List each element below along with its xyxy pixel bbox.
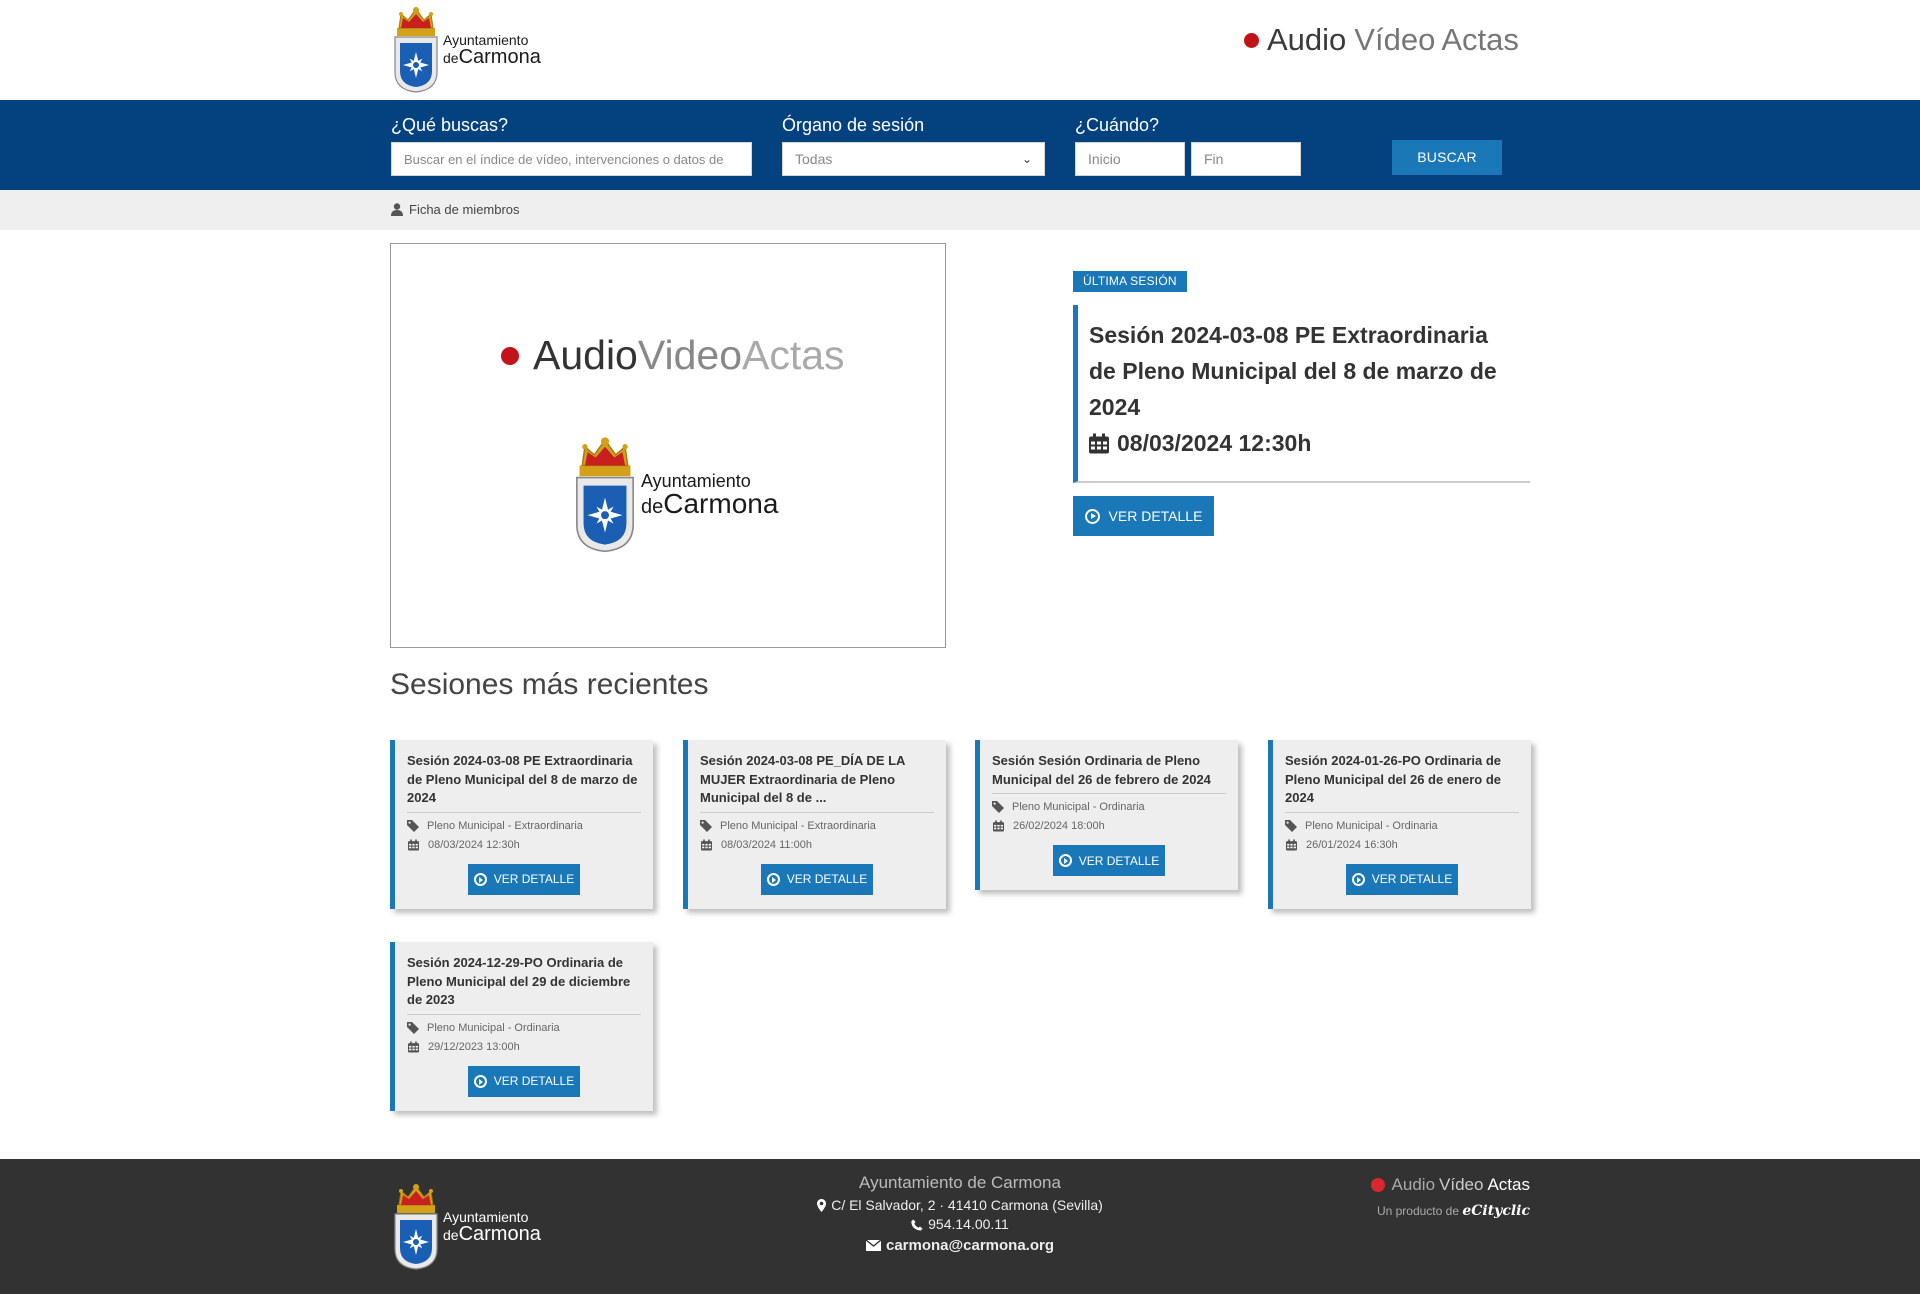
site-header: Ayuntamiento deCarmona Audio Vídeo Actas (0, 0, 1920, 100)
search-button[interactable]: BUSCAR (1392, 140, 1502, 175)
session-card: Sesión 2024-03-08 PE Extraordinaria de P… (390, 740, 653, 909)
session-card-title[interactable]: Sesión Sesión Ordinaria de Pleno Municip… (992, 752, 1226, 794)
start-date-input[interactable]: Inicio (1075, 142, 1185, 176)
tag-icon (700, 820, 712, 832)
session-card-date: 29/12/2023 13:00h (407, 1040, 641, 1054)
sub-nav: Ficha de miembros (0, 190, 1920, 230)
view-detail-button[interactable]: VER DETALLE (1346, 863, 1458, 895)
play-circle-icon (473, 872, 487, 886)
organ-select[interactable]: Todas ⌄ (782, 142, 1045, 176)
play-circle-icon (1351, 872, 1365, 886)
search-what-label: ¿Qué buscas? (391, 115, 509, 135)
footer-contact: Ayuntamiento de Carmona C/ El Salvador, … (760, 1173, 1160, 1255)
footer-brand: Audio Vídeo Actas Un producto de eCitycl… (1370, 1175, 1530, 1219)
play-circle-icon (1084, 508, 1100, 524)
session-card: Sesión Sesión Ordinaria de Pleno Municip… (975, 740, 1238, 890)
video-player[interactable]: Audio Video Actas Ayuntamiento deCarmona (390, 243, 946, 648)
session-card-date: 08/03/2024 11:00h (700, 838, 934, 852)
map-marker-icon (817, 1199, 827, 1212)
latest-view-detail-button[interactable]: VER DETALLE (1073, 496, 1214, 536)
calendar-icon (993, 820, 1004, 832)
calendar-icon (701, 839, 712, 851)
view-detail-button[interactable]: VER DETALLE (468, 1065, 580, 1097)
latest-session-badge: ÚLTIMA SESIÓN (1073, 271, 1187, 292)
tag-icon (1285, 820, 1297, 832)
footer-address: C/ El Salvador, 2 · 41410 Carmona (Sevil… (760, 1196, 1160, 1215)
footer-org-name: Ayuntamiento de Carmona (859, 1173, 1061, 1192)
recent-sessions-heading: Sesiones más recientes (390, 668, 709, 701)
session-card-category: Pleno Municipal - Extraordinaria (407, 819, 641, 833)
session-card-title[interactable]: Sesión 2024-01-26-PO Ordinaria de Pleno … (1285, 752, 1519, 813)
coat-of-arms-icon (571, 436, 639, 554)
session-card-date: 08/03/2024 12:30h (407, 838, 641, 852)
latest-session-title: Sesión 2024-03-08 PE Extraordinaria de P… (1089, 322, 1497, 420)
session-card-title[interactable]: Sesión 2024-12-29-PO Ordinaria de Pleno … (407, 954, 641, 1015)
end-date-input[interactable]: Fin (1191, 142, 1301, 176)
calendar-icon (408, 839, 419, 851)
view-detail-button[interactable]: VER DETALLE (1053, 845, 1165, 876)
session-card-title[interactable]: Sesión 2024-03-08 PE Extraordinaria de P… (407, 752, 641, 813)
player-logo: Ayuntamiento deCarmona (571, 436, 778, 554)
footer-product[interactable]: Un producto de eCityclic (1371, 1203, 1530, 1219)
tag-icon (407, 820, 419, 832)
calendar-icon (1286, 839, 1297, 851)
search-bar: ¿Qué buscas? Buscar en el índice de víde… (0, 100, 1920, 190)
red-dot-icon (1370, 1178, 1385, 1192)
session-card-category: Pleno Municipal - Ordinaria (1285, 819, 1519, 833)
organ-label: Órgano de sesión (782, 115, 925, 135)
chevron-down-icon: ⌄ (1021, 152, 1032, 166)
site-footer: Ayuntamiento deCarmona Ayuntamiento de C… (0, 1159, 1920, 1294)
tag-icon (407, 1022, 419, 1034)
footer-email[interactable]: carmona@carmona.org (760, 1236, 1160, 1255)
app-title[interactable]: Audio Vídeo Actas (1244, 22, 1519, 58)
calendar-icon (408, 1041, 419, 1053)
search-input[interactable]: Buscar en el índice de vídeo, intervenci… (391, 142, 752, 176)
player-title: Audio Video Actas (501, 332, 845, 379)
logo-text: Ayuntamiento deCarmona (443, 32, 541, 68)
session-card: Sesión 2024-03-08 PE_DÍA DE LA MUJER Ext… (683, 740, 946, 909)
session-card: Sesión 2024-01-26-PO Ordinaria de Pleno … (1268, 740, 1531, 909)
session-card-category: Pleno Municipal - Ordinaria (992, 800, 1226, 814)
session-card: Sesión 2024-12-29-PO Ordinaria de Pleno … (390, 942, 653, 1111)
phone-icon (911, 1219, 923, 1230)
ecityclic-logo: eCityclic (1462, 1203, 1530, 1219)
session-card-category: Pleno Municipal - Ordinaria (407, 1021, 641, 1035)
envelope-icon (865, 1240, 881, 1251)
session-card-title[interactable]: Sesión 2024-03-08 PE_DÍA DE LA MUJER Ext… (700, 752, 934, 813)
red-dot-icon (501, 346, 519, 365)
members-link[interactable]: Ficha de miembros (391, 202, 520, 217)
footer-app-title[interactable]: Audio Vídeo Actas (1370, 1175, 1530, 1195)
view-detail-button[interactable]: VER DETALLE (468, 863, 580, 895)
calendar-icon (1089, 433, 1109, 454)
view-detail-button[interactable]: VER DETALLE (761, 863, 873, 895)
play-circle-icon (1058, 854, 1072, 867)
coat-of-arms-icon (391, 1183, 441, 1271)
user-icon (391, 203, 403, 216)
session-card-date: 26/02/2024 18:00h (992, 819, 1226, 833)
latest-session-box: Sesión 2024-03-08 PE Extraordinaria de P… (1073, 305, 1530, 483)
play-circle-icon (766, 872, 780, 886)
red-dot-icon (1244, 32, 1259, 48)
latest-session-date: 08/03/2024 12:30h (1089, 425, 1520, 461)
coat-of-arms-icon (391, 6, 441, 94)
footer-phone: 954.14.00.11 (760, 1215, 1160, 1234)
play-circle-icon (473, 1074, 487, 1088)
header-logo[interactable]: Ayuntamiento deCarmona (391, 6, 541, 94)
session-card-category: Pleno Municipal - Extraordinaria (700, 819, 934, 833)
tag-icon (992, 801, 1004, 813)
footer-logo[interactable]: Ayuntamiento deCarmona (391, 1183, 541, 1271)
session-card-date: 26/01/2024 16:30h (1285, 838, 1519, 852)
when-label: ¿Cuándo? (1075, 115, 1160, 135)
